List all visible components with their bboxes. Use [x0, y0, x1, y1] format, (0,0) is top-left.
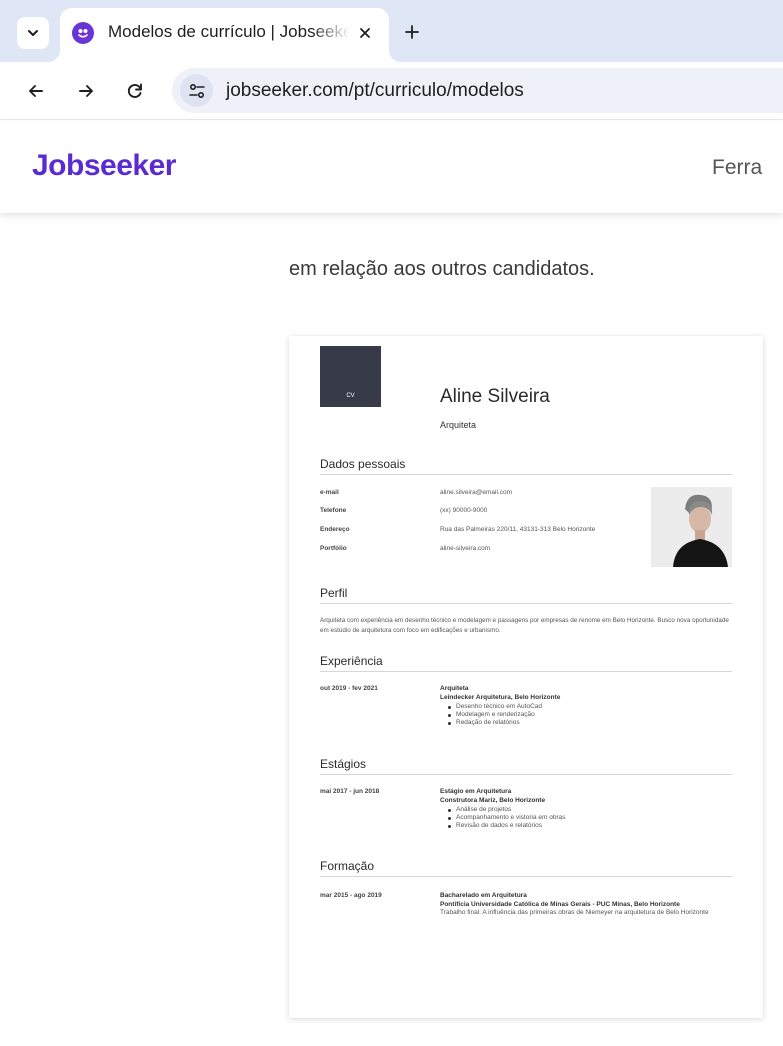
section-title-profile: Perfil	[320, 586, 348, 600]
personal-value: (xx) 90000-9000	[440, 507, 488, 514]
cv-logo-text: CV	[346, 393, 355, 399]
experience-bullets: Desenho técnico em AutoCad Modelagem e r…	[447, 703, 542, 727]
internship-org: Construtora Mariz, Belo Horizonte	[440, 797, 546, 804]
section-divider	[320, 671, 732, 672]
reload-icon	[127, 83, 142, 98]
cv-role: Arquiteta	[440, 420, 477, 430]
profile-text: Arquiteta com experiência em desenho téc…	[320, 617, 729, 634]
url-text: jobseeker.com/pt/curriculo/modelos	[226, 80, 524, 101]
section-divider	[320, 774, 732, 775]
list-item: Acompanhamento e vistoria em obras	[447, 814, 565, 822]
site-logo[interactable]: Jobseeker	[32, 149, 176, 183]
personal-value: aline.silveira@email.com	[440, 489, 512, 496]
active-tab[interactable]: Modelos de currículo | Jobseeker	[60, 8, 389, 62]
site-header: Jobseeker Ferra	[0, 121, 783, 213]
personal-label: Telefone	[320, 507, 347, 514]
education-details: Bacharelado em Arquitetura Pontifícia Un…	[440, 892, 730, 918]
education-thesis: Trabalho final: A influência das primeir…	[440, 909, 709, 916]
address-bar[interactable]: jobseeker.com/pt/curriculo/modelos	[172, 68, 783, 113]
profile-photo	[651, 487, 732, 567]
close-tab-button[interactable]	[353, 21, 377, 45]
tab-title: Modelos de currículo | Jobseeker	[108, 22, 350, 41]
internship-position: Estágio em Arquitetura	[440, 788, 512, 795]
plus-icon	[405, 25, 419, 39]
section-title-experience: Experiência	[320, 654, 383, 668]
cv-logo: CV	[320, 346, 381, 407]
section-title-education: Formação	[320, 859, 375, 873]
personal-label: Endereço	[320, 526, 350, 533]
back-button[interactable]	[20, 75, 52, 107]
chevron-down-icon	[28, 30, 38, 36]
internship-date: mai 2017 - jun 2018	[320, 788, 380, 795]
section-divider	[320, 876, 732, 877]
tab-strip: Modelos de currículo | Jobseeker	[0, 0, 783, 62]
experience-date: out 2019 - fev 2021	[320, 685, 378, 692]
personal-value: Rua das Palmeiras 220/11, 43131-313 Belo…	[440, 526, 596, 533]
cv-template-preview[interactable]: CV Aline Silveira Arquiteta Dados pessoa…	[289, 336, 763, 1018]
reload-button[interactable]	[119, 75, 151, 107]
personal-label: e-mail	[320, 489, 339, 496]
section-divider	[320, 474, 732, 475]
list-item: Análise de projetos	[447, 806, 565, 814]
nav-link-ferramentas[interactable]: Ferra	[712, 156, 762, 180]
experience-org: Leindecker Arquitetura, Belo Horizonte	[440, 694, 561, 701]
personal-label: Portfólio	[320, 545, 347, 552]
tune-icon	[188, 83, 205, 98]
section-divider	[320, 603, 732, 604]
personal-value: aline-silveira.com	[440, 545, 491, 552]
section-title-personal: Dados pessoais	[320, 457, 406, 471]
new-tab-button[interactable]	[396, 16, 428, 48]
internship-bullets: Análise de projetos Acompanhamento e vis…	[447, 806, 565, 830]
intro-text: em relação aos outros candidatos.	[289, 258, 595, 280]
jobseeker-favicon-icon	[72, 22, 94, 44]
education-degree: Bacharelado em Arquitetura	[440, 892, 527, 899]
browser-toolbar: jobseeker.com/pt/curriculo/modelos	[0, 62, 783, 120]
tab-search-button[interactable]	[17, 17, 49, 49]
list-item: Revisão de dados e relatórios	[447, 822, 565, 830]
cv-name: Aline Silveira	[440, 386, 550, 407]
arrow-left-icon	[29, 85, 43, 97]
section-title-internships: Estágios	[320, 757, 367, 771]
education-institution: Pontifícia Universidade Católica de Mina…	[440, 900, 680, 908]
arrow-right-icon	[79, 85, 93, 97]
forward-button[interactable]	[70, 75, 102, 107]
education-date: mar 2015 - ago 2019	[320, 892, 382, 899]
site-info-button[interactable]	[180, 74, 213, 107]
list-item: Modelagem e renderização	[447, 711, 542, 719]
experience-position: Arquiteta	[440, 685, 469, 692]
list-item: Desenho técnico em AutoCad	[447, 703, 542, 711]
close-icon	[360, 28, 370, 38]
list-item: Redação de relatórios	[447, 719, 542, 727]
